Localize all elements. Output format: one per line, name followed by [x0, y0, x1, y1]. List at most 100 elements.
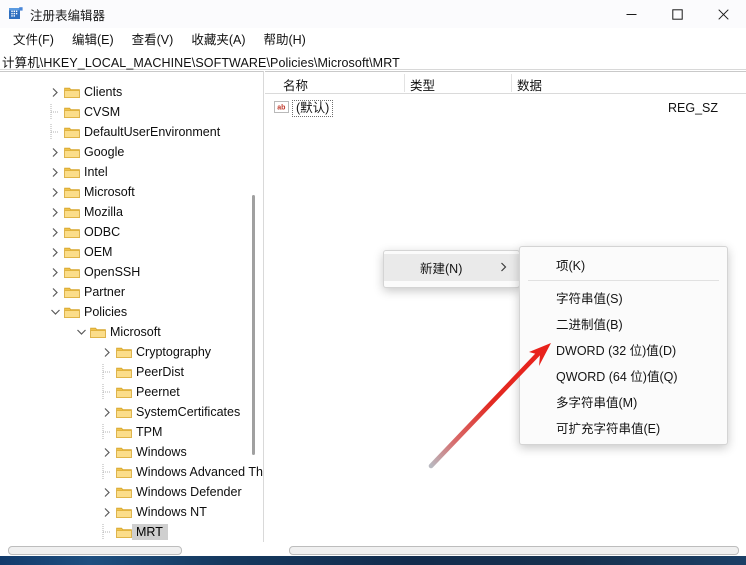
address-bar[interactable]: 计算机\HKEY_LOCAL_MACHINE\SOFTWARE\Policies… [0, 50, 746, 70]
tree-item-clients[interactable]: Clients [0, 82, 263, 102]
table-row[interactable]: ab (默认) REG_SZ (数值未设置) [265, 98, 746, 118]
chevron-right-icon[interactable] [47, 142, 63, 162]
menu-edit[interactable]: 编辑(E) [63, 27, 123, 51]
menu-help[interactable]: 帮助(H) [254, 27, 314, 51]
menu-file[interactable]: 文件(F) [4, 27, 63, 51]
tree-item-label: Mozilla [84, 205, 123, 219]
tree-item-policies[interactable]: Policies [0, 302, 263, 322]
folder-icon [63, 102, 80, 122]
tree-item-peerdist[interactable]: PeerDist [0, 362, 263, 382]
submenu-qword-value[interactable]: QWORD (64 位)值(Q) [520, 362, 727, 388]
registry-tree-pane[interactable]: Clients CVSM DefaultUserEnvironment Google I… [0, 71, 264, 542]
tree-item-cryptography[interactable]: Cryptography [0, 342, 263, 362]
tree-item-cvsm[interactable]: CVSM [0, 102, 263, 122]
tree-item-label: Windows Advanced Th [136, 465, 263, 479]
tree-item-mrt[interactable]: MRT [0, 522, 263, 542]
tree-item-microsoft[interactable]: Microsoft [0, 182, 263, 202]
submenu-dword-value[interactable]: DWORD (32 位)值(D) [520, 336, 727, 362]
submenu-key[interactable]: 项(K) [520, 251, 727, 277]
tree-item-systemcertificates[interactable]: SystemCertificates [0, 402, 263, 422]
chevron-right-icon[interactable] [99, 482, 115, 502]
column-divider[interactable] [511, 74, 512, 92]
menu-favorites[interactable]: 收藏夹(A) [182, 27, 254, 51]
context-submenu[interactable]: 项(K) 字符串值(S) 二进制值(B) DWORD (32 位)值(D) QWORD … [519, 246, 728, 445]
tree-item-intel[interactable]: Intel [0, 162, 263, 182]
menu-separator [528, 280, 719, 281]
submenu-multi-string-value[interactable]: 多字符串值(M) [520, 388, 727, 414]
submenu-binary-value[interactable]: 二进制值(B) [520, 310, 727, 336]
registry-tree: Clients CVSM DefaultUserEnvironment Google I… [0, 82, 263, 542]
tree-item-windows-advanced-th[interactable]: Windows Advanced Th [0, 462, 263, 482]
tree-item-windows-nt[interactable]: Windows NT [0, 502, 263, 522]
chevron-right-icon[interactable] [47, 182, 63, 202]
folder-icon [63, 222, 80, 242]
tree-item-windows[interactable]: Windows [0, 442, 263, 462]
folder-icon [63, 182, 80, 202]
chevron-down-icon[interactable] [73, 322, 89, 342]
context-menu[interactable]: 新建(N) [383, 250, 520, 288]
tree-item-defaultuserenvironment[interactable]: DefaultUserEnvironment [0, 122, 263, 142]
folder-icon [115, 362, 132, 382]
tree-item-peernet[interactable]: Peernet [0, 382, 263, 402]
window-title: 注册表编辑器 [30, 9, 106, 23]
chevron-right-icon[interactable] [47, 282, 63, 302]
tree-item-label: MRT [132, 524, 168, 540]
tree-leaf-marker [99, 462, 115, 482]
chevron-right-icon[interactable] [99, 402, 115, 422]
chevron-right-icon[interactable] [47, 242, 63, 262]
title-bar: 注册表编辑器 [0, 0, 746, 28]
tree-item-label: Microsoft [110, 325, 161, 339]
chevron-right-icon[interactable] [47, 222, 63, 242]
chevron-right-icon[interactable] [47, 262, 63, 282]
tree-item-mozilla[interactable]: Mozilla [0, 202, 263, 222]
tree-vertical-scrollbar[interactable] [249, 72, 259, 542]
list-horizontal-scrollbar[interactable] [265, 542, 746, 556]
folder-icon [63, 142, 80, 162]
tree-item-label: Windows NT [136, 505, 207, 519]
tree-item-google[interactable]: Google [0, 142, 263, 162]
submenu-expandable-string-value[interactable]: 可扩充字符串值(E) [520, 414, 727, 440]
tree-hscroll-thumb[interactable] [8, 546, 182, 555]
folder-icon [63, 162, 80, 182]
tree-item-microsoft[interactable]: Microsoft [0, 322, 263, 342]
tree-item-odbc[interactable]: ODBC [0, 222, 263, 242]
registry-editor-icon [8, 6, 24, 22]
folder-icon [115, 382, 132, 402]
minimize-button[interactable] [608, 0, 654, 28]
chevron-right-icon[interactable] [99, 502, 115, 522]
submenu-string-value[interactable]: 字符串值(S) [520, 284, 727, 310]
folder-icon [115, 422, 132, 442]
tree-item-label: TPM [136, 425, 163, 439]
string-value-icon: ab [274, 101, 289, 115]
chevron-right-icon[interactable] [99, 442, 115, 462]
column-name[interactable]: 名称 [283, 75, 308, 94]
tree-scrollbar-thumb[interactable] [252, 195, 255, 455]
menu-view[interactable]: 查看(V) [123, 27, 183, 51]
list-hscroll-thumb[interactable] [289, 546, 739, 555]
chevron-right-icon[interactable] [47, 162, 63, 182]
folder-icon [115, 462, 132, 482]
tree-item-openssh[interactable]: OpenSSH [0, 262, 263, 282]
chevron-right-icon[interactable] [47, 202, 63, 222]
maximize-button[interactable] [654, 0, 700, 28]
folder-icon [115, 482, 132, 502]
column-divider[interactable] [404, 74, 405, 92]
tree-item-label: Partner [84, 285, 125, 299]
folder-icon [115, 502, 132, 522]
chevron-down-icon[interactable] [47, 302, 63, 322]
tree-item-partner[interactable]: Partner [0, 282, 263, 302]
tree-item-tpm[interactable]: TPM [0, 422, 263, 442]
close-button[interactable] [700, 0, 746, 28]
column-type[interactable]: 类型 [410, 75, 435, 94]
chevron-right-icon[interactable] [47, 82, 63, 102]
value-name[interactable]: (默认) [292, 100, 334, 117]
menu-new[interactable]: 新建(N) [384, 254, 519, 281]
tree-item-windows-defender[interactable]: Windows Defender [0, 482, 263, 502]
chevron-right-icon[interactable] [99, 342, 115, 362]
folder-icon [63, 302, 80, 322]
tree-horizontal-scrollbar[interactable] [0, 542, 264, 556]
tree-item-oem[interactable]: OEM [0, 242, 263, 262]
folder-icon [115, 402, 132, 422]
address-path: 计算机\HKEY_LOCAL_MACHINE\SOFTWARE\Policies… [2, 56, 400, 70]
column-data[interactable]: 数据 [517, 75, 542, 94]
